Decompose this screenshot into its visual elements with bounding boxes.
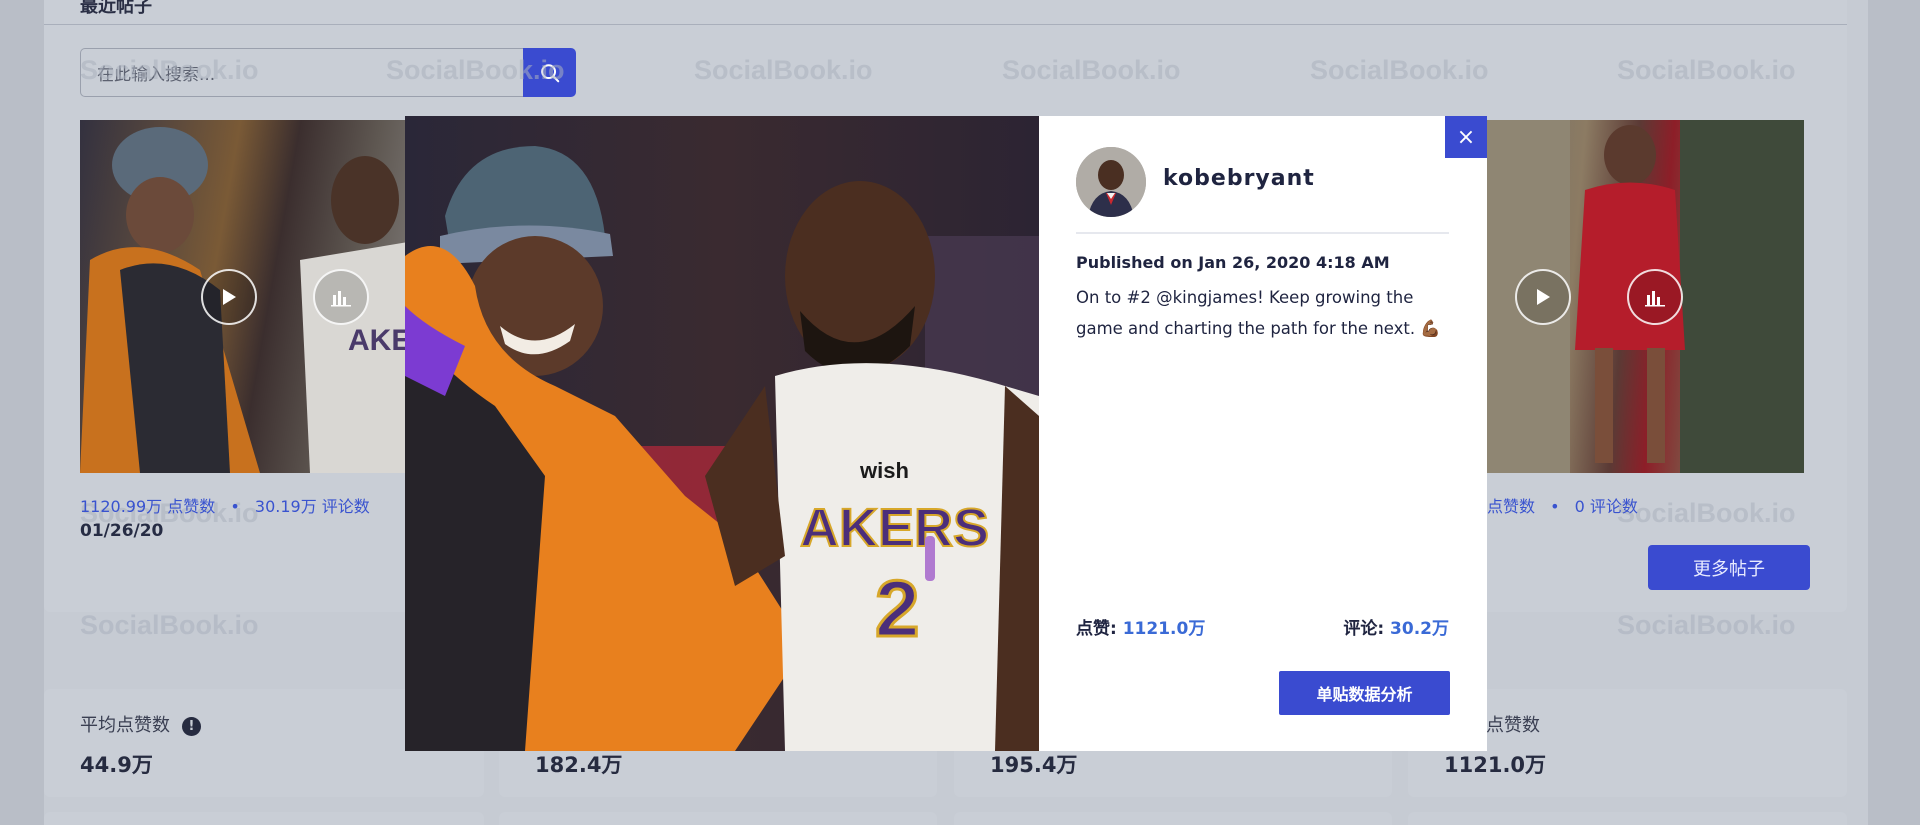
metric-card [499,812,937,825]
post-thumbnail[interactable]: AKERS [80,120,420,473]
comments-label: 评论: [1343,619,1391,639]
likes-value: 1121.0万 [1122,619,1206,639]
divider [1076,232,1449,234]
search-icon [540,63,559,82]
jersey-text: AKERS [800,498,989,558]
play-icon [223,289,236,305]
metric-value: 182.4万 [535,753,623,777]
search-button[interactable] [523,48,576,97]
metric-value: 1121.0万 [1444,753,1547,777]
close-button[interactable]: × [1445,116,1487,158]
right-gutter [1868,0,1920,825]
jersey-number: 2 [875,564,920,653]
close-icon: × [1456,124,1476,150]
likes-count: 1120.99万 点赞数 [80,497,216,516]
published-date: Published on Jan 26, 2020 4:18 AM [1076,253,1390,272]
username[interactable]: kobebryant [1163,166,1315,191]
search-placeholder: 在此输入搜索... [97,65,216,85]
post-caption: On to #2 @kingjames! Keep growing the ga… [1076,288,1441,338]
jersey-brand: wish [859,458,909,483]
metric-label: 平均点赞数! [80,711,201,737]
section-divider [44,24,1847,25]
play-button[interactable] [1515,269,1571,325]
post-detail-modal: wish AKERS 2 × kobebryant Published on J… [405,116,1487,751]
analytics-button[interactable] [1627,269,1683,325]
metric-label: 点赞数 [1486,715,1540,736]
likes-label: 点赞: [1076,619,1123,639]
likes-count: 点赞数 [1487,497,1536,516]
post-stats: 点赞数 • 0 评论数 [1487,493,1638,517]
avatar[interactable] [1076,147,1146,217]
metric-card [44,812,484,825]
post-analysis-button[interactable]: 单贴数据分析 [1279,671,1450,715]
play-icon [1537,289,1550,305]
info-icon[interactable]: ! [182,716,201,736]
post-image: wish AKERS 2 [405,116,1039,751]
post-date: 01/26/20 [80,521,164,541]
more-posts-button[interactable]: 更多帖子 [1648,545,1810,590]
analytics-button[interactable] [313,269,369,325]
likes-stat: 点赞: 1121.0万 [1076,614,1205,639]
stats-separator: • [1550,497,1560,516]
bar-chart-icon [1645,291,1665,307]
section-title: 最近帖子 [80,0,152,17]
comments-count: 30.19万 评论数 [254,497,370,516]
comments-count: 0 评论数 [1574,497,1638,516]
post-thumbnail[interactable] [1480,120,1804,473]
avatar-image [1076,147,1146,217]
metric-value: 195.4万 [990,753,1078,777]
post-stats: 1120.99万 点赞数 • 30.19万 评论数 [80,493,370,517]
watermark: SocialBook.io [80,610,259,640]
search-input[interactable]: 在此输入搜索... [80,48,524,97]
left-gutter [0,0,44,825]
comments-value: 30.2万 [1390,619,1449,639]
stats-separator: • [230,497,240,516]
metric-card [1408,812,1847,825]
bar-chart-icon [331,291,351,307]
watermark: SocialBook.io [1617,610,1796,640]
comments-stat: 评论: 30.2万 [1343,614,1449,639]
post-photo: wish AKERS 2 [405,116,1039,751]
metric-card [954,812,1392,825]
play-button[interactable] [201,269,257,325]
metric-value: 44.9万 [80,753,153,777]
post-detail-panel: × kobebryant Published on Jan 26, 2020 4… [1039,116,1487,751]
